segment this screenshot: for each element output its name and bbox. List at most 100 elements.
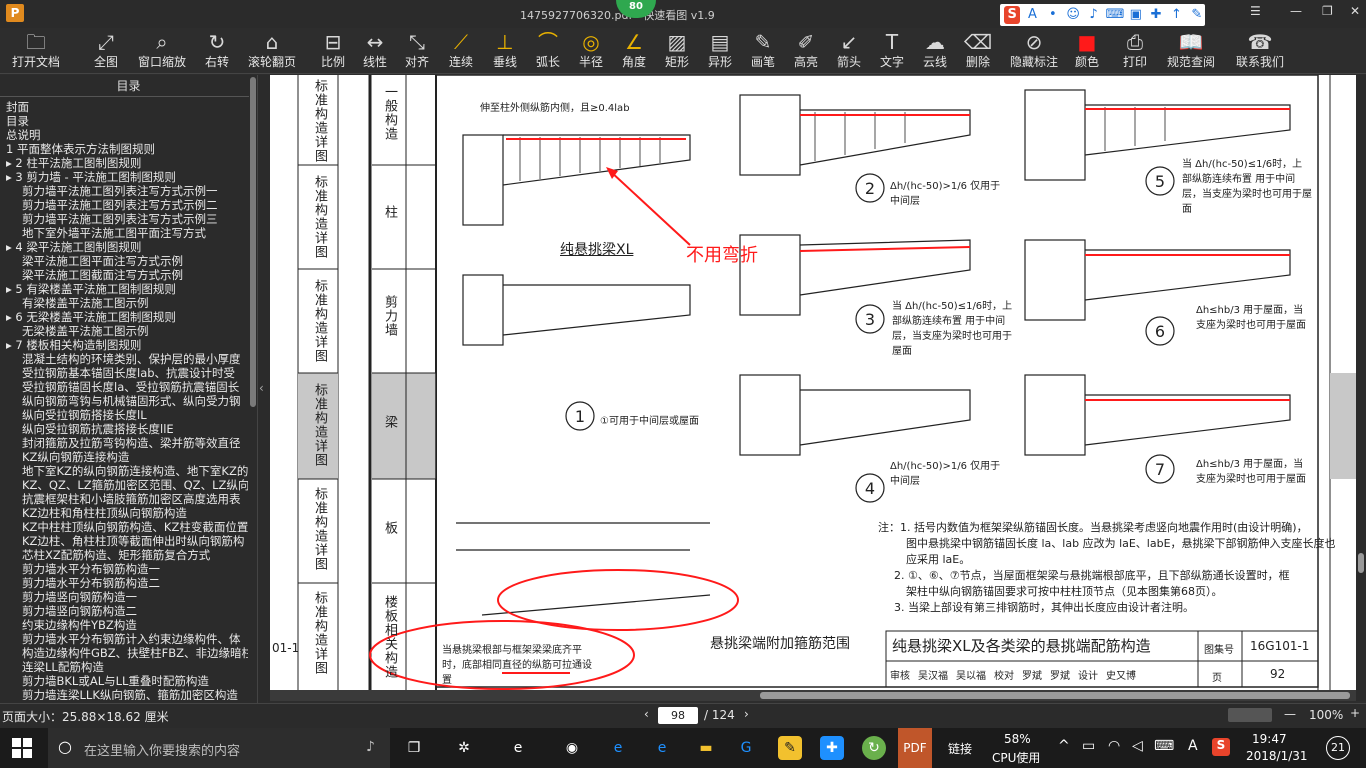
wifi-icon[interactable]: ◠ <box>1108 738 1120 754</box>
toc-item[interactable]: 有梁楼盖平法施工图示例 <box>0 296 248 310</box>
toc-item[interactable]: 地下室KZ的纵向钢筋连接构造、地下室KZ的 <box>0 464 248 478</box>
keyboard-icon[interactable]: ⌨ <box>1154 738 1174 754</box>
ie-icon[interactable]: e <box>506 736 530 760</box>
open-document-button[interactable]: 🗀 打开文档 <box>8 28 64 74</box>
toc-item[interactable]: 连梁LL配筋构造 <box>0 660 248 674</box>
print-button[interactable]: ⎙ 打印 <box>1120 28 1150 74</box>
tab-standard-detail-1[interactable]: 标准构造详图 <box>310 79 329 163</box>
tab-standard-detail-2[interactable]: 标准构造详图 <box>310 175 329 259</box>
linear-button[interactable]: ↔ 线性 <box>360 28 390 74</box>
toc-item[interactable]: ▸ 2 柱平法施工图制图规则 <box>0 156 248 170</box>
ie-blue-icon[interactable]: e <box>650 736 674 760</box>
zoom-in-icon[interactable]: + <box>1350 706 1360 720</box>
continuous-button[interactable]: ⟋ 连续 <box>446 28 476 74</box>
chrome-icon[interactable]: ◉ <box>560 736 584 760</box>
toc-item[interactable]: KZ边柱和角柱柱顶纵向钢筋构造 <box>0 506 248 520</box>
emoji-icon[interactable]: ☺ <box>1065 6 1081 24</box>
toc-item[interactable]: 剪力墙水平分布钢筋计入约束边缘构件、体 <box>0 632 248 646</box>
horizontal-scrollbar[interactable] <box>270 690 1356 701</box>
chevron-up-icon[interactable]: ^ <box>1058 738 1070 754</box>
section-slab-related[interactable]: 楼板相关构造 <box>380 595 399 679</box>
clock-time[interactable]: 19:47 <box>1252 732 1287 746</box>
cloud-line-button[interactable]: ☁ 云线 <box>920 28 950 74</box>
angle-button[interactable]: ∠ 角度 <box>619 28 649 74</box>
toc-item[interactable]: KZ边柱、角柱柱顶等截面伸出时纵向钢筋构 <box>0 534 248 548</box>
toc-item[interactable]: 混凝土结构的环境类别、保护层的最小厚度 <box>0 352 248 366</box>
toc-item[interactable]: 封面 <box>0 100 248 114</box>
toc-item[interactable]: 剪力墙连梁LLK纵向钢筋、箍筋加密区构造 <box>0 688 248 700</box>
document-view[interactable]: 1 2 3 4 5 6 7 标准构造详图 标准构造详图 标准构造详图 标准构造详图 标准构… <box>270 75 1356 701</box>
color-button[interactable]: ■ 颜色 <box>1072 28 1102 74</box>
notification-badge[interactable]: 21 <box>1326 736 1350 760</box>
section-column[interactable]: 柱 <box>380 205 399 219</box>
toc-item[interactable]: ▸ 7 楼板相关构造制图规则 <box>0 338 248 352</box>
toc-item[interactable]: 目录 <box>0 114 248 128</box>
green-app-icon[interactable]: ↻ <box>862 736 886 760</box>
volume-icon[interactable]: ◁ <box>1132 738 1143 754</box>
ime-toolbar[interactable]: S A • ☺ ♪ ⌨ ▣ ✚ ↑ ✎ <box>1000 4 1205 26</box>
section-shear-wall[interactable]: 剪力墙 <box>380 295 399 337</box>
tab-standard-detail-5[interactable]: 标准构造详图 <box>310 487 329 571</box>
toc-item[interactable]: 1 平面整体表示方法制图规则 <box>0 142 248 156</box>
file-explorer-icon[interactable]: ▬ <box>694 736 718 760</box>
g-app-icon[interactable]: G <box>734 736 758 760</box>
next-page-icon[interactable]: › <box>744 707 749 721</box>
close-button[interactable]: ✕ <box>1350 4 1360 18</box>
sogou-tray-icon[interactable]: S <box>1212 738 1230 756</box>
skin-icon[interactable]: ▣ <box>1128 6 1144 24</box>
tab-standard-detail-6[interactable]: 标准构造详图 <box>310 591 329 675</box>
toc-item[interactable]: KZ纵向钢筋连接构造 <box>0 450 248 464</box>
keyboard-icon[interactable]: ⌨ <box>1106 6 1125 24</box>
toc-item[interactable]: 剪力墙平法施工图列表注写方式示例三 <box>0 212 248 226</box>
toc-item[interactable]: 剪力墙BKL或AL与LL重叠时配筋构造 <box>0 674 248 688</box>
toc-item[interactable]: 纵向钢筋弯钩与机械锚固形式、纵向受力钢 <box>0 394 248 408</box>
highlight-button[interactable]: ✐ 高亮 <box>791 28 821 74</box>
text-button[interactable]: T 文字 <box>877 28 907 74</box>
toc-scroll-thumb[interactable] <box>250 77 256 407</box>
arrow-button[interactable]: ↙ 箭头 <box>834 28 864 74</box>
battery-icon[interactable]: ▭ <box>1082 738 1095 754</box>
toc-item[interactable]: 剪力墙竖向钢筋构造一 <box>0 590 248 604</box>
ime-indicator[interactable]: A <box>1188 738 1198 754</box>
toc-item[interactable]: 受拉钢筋锚固长度la、受拉钢筋抗震锚固长 <box>0 380 248 394</box>
section-general[interactable]: 一般构造 <box>380 85 399 141</box>
toc-item[interactable]: 纵向受拉钢筋抗震搭接长度llE <box>0 422 248 436</box>
perpendicular-button[interactable]: ⊥ 垂线 <box>490 28 520 74</box>
radius-button[interactable]: ◎ 半径 <box>576 28 606 74</box>
toc-item[interactable]: 剪力墙平法施工图列表注写方式示例二 <box>0 198 248 212</box>
view-mode-toggle[interactable] <box>1228 708 1272 722</box>
sogou-icon[interactable]: S <box>1004 6 1021 24</box>
sidebar-collapse-button[interactable]: ‹ <box>258 75 270 703</box>
toc-item[interactable]: 纵向受拉钢筋搭接长度lL <box>0 408 248 422</box>
microphone-icon[interactable]: ♪ <box>366 739 375 755</box>
toc-item[interactable]: 抗震框架柱和小墙肢箍筋加密区高度选用表 <box>0 492 248 506</box>
fan-app-icon[interactable]: ✲ <box>452 736 476 760</box>
clock-date[interactable]: 2018/1/31 <box>1246 749 1308 763</box>
windows-start-icon[interactable] <box>12 738 32 758</box>
toc-item[interactable]: 剪力墙水平分布钢筋构造二 <box>0 576 248 590</box>
link-label[interactable]: 链接 <box>948 740 972 757</box>
task-view-icon[interactable]: ❐ <box>402 736 426 760</box>
horizontal-scroll-thumb[interactable] <box>760 692 1350 699</box>
notes-app-icon[interactable]: ✎ <box>778 736 802 760</box>
spec-lookup-button[interactable]: 📖 规范查阅 <box>1163 28 1219 74</box>
toc-item[interactable]: 芯柱XZ配筋构造、矩形箍筋复合方式 <box>0 548 248 562</box>
toc-item[interactable]: ▸ 3 剪力墙 - 平法施工图制图规则 <box>0 170 248 184</box>
ime-mode-icon[interactable]: A <box>1024 6 1040 24</box>
toc-item[interactable]: ▸ 4 梁平法施工图制图规则 <box>0 240 248 254</box>
minimize-button[interactable]: — <box>1290 4 1302 18</box>
window-zoom-button[interactable]: ⌕ 窗口缩放 <box>134 28 190 74</box>
taskbar-search[interactable]: ○ 在这里输入你要搜索的内容 ♪ <box>48 728 390 768</box>
toc-item[interactable]: 封闭箍筋及拉筋弯钩构造、梁并筋等效直径 <box>0 436 248 450</box>
toc-item[interactable]: KZ、QZ、LZ箍筋加密区范围、QZ、LZ纵向钢 <box>0 478 248 492</box>
toc-item[interactable]: 剪力墙竖向钢筋构造二 <box>0 604 248 618</box>
kuaisu-app-icon[interactable]: PDF <box>898 728 932 768</box>
pen-button[interactable]: ✎ 画笔 <box>748 28 778 74</box>
prev-page-icon[interactable]: ‹ <box>644 707 649 721</box>
vertical-scrollbar[interactable] <box>1356 75 1366 701</box>
edge-icon[interactable]: e <box>606 736 630 760</box>
toc-scrollbar[interactable] <box>249 75 257 703</box>
rectangle-button[interactable]: ▨ 矩形 <box>662 28 692 74</box>
vertical-scroll-thumb[interactable] <box>1358 553 1364 573</box>
upload-icon[interactable]: ↑ <box>1168 6 1184 24</box>
